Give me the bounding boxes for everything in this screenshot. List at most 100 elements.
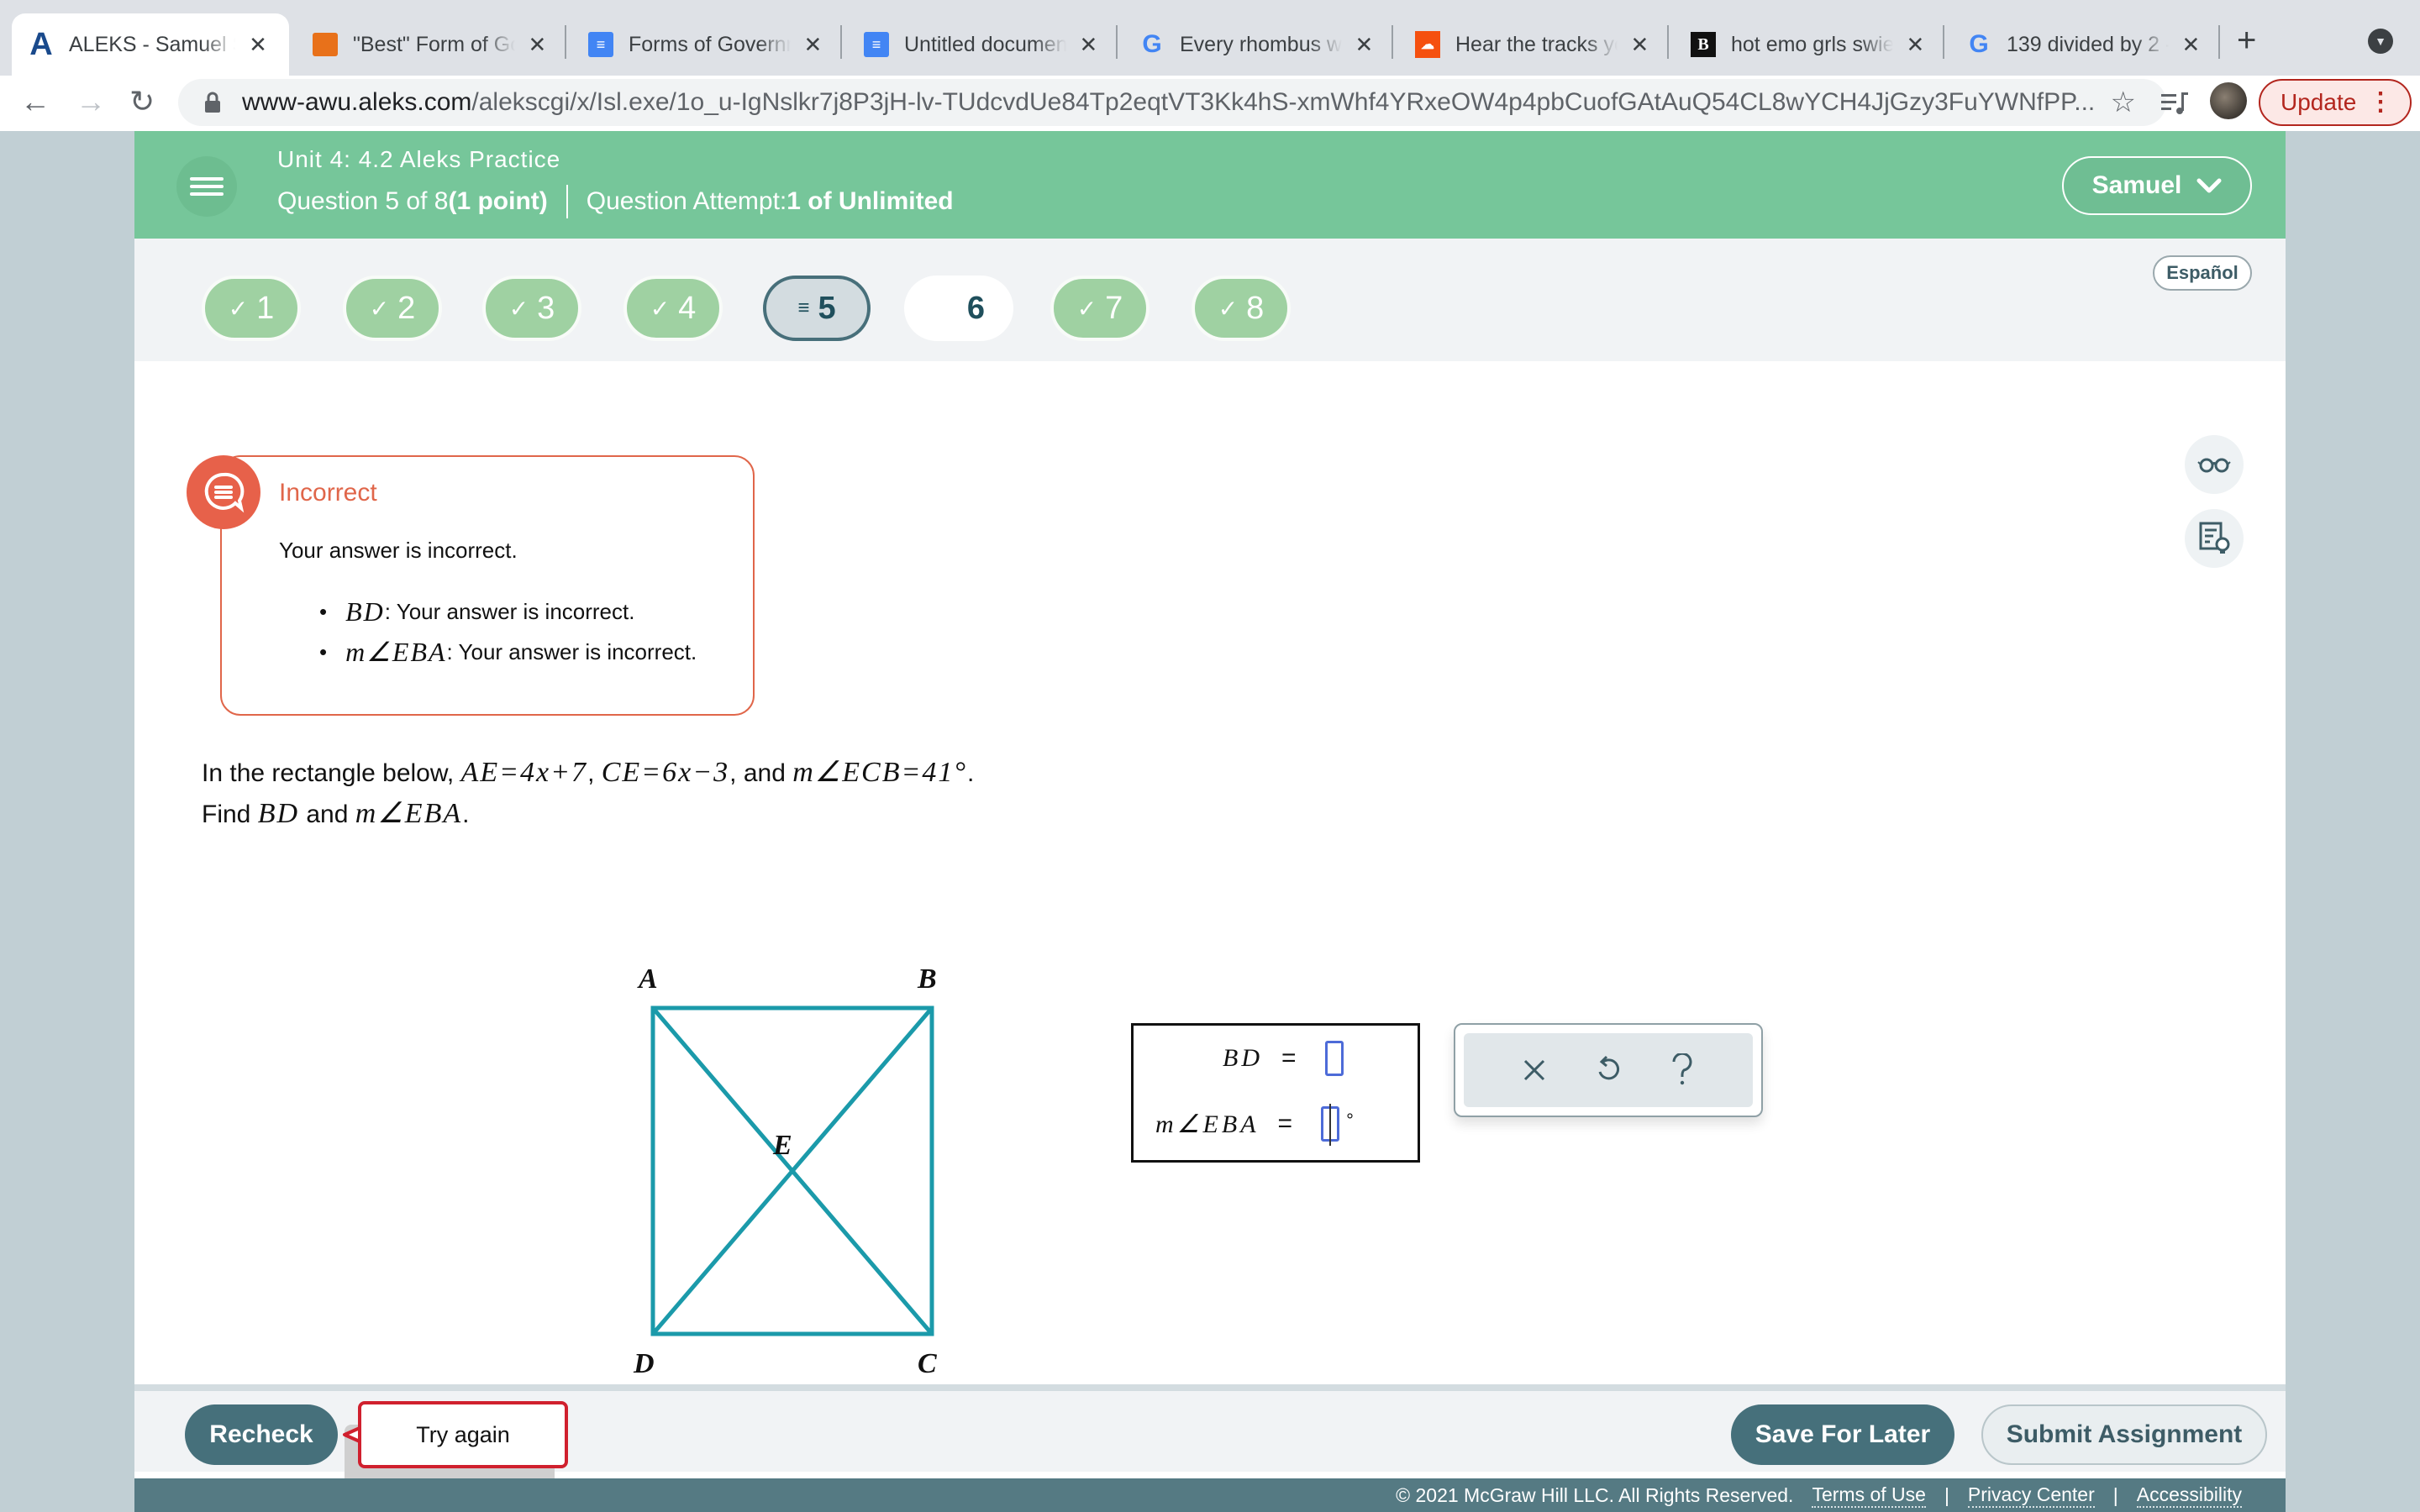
glasses-icon xyxy=(2197,458,2231,473)
bandcamp-icon: B xyxy=(1691,32,1716,57)
close-tab-icon[interactable]: ✕ xyxy=(802,32,823,58)
question-points: (1 point) xyxy=(448,187,548,215)
question-pill-5[interactable]: ≡ 5 xyxy=(763,276,871,341)
check-icon: ✓ xyxy=(650,295,671,322)
reload-icon[interactable]: ↻ xyxy=(129,84,155,119)
browser-tab-soundcloud[interactable]: ☁ Hear the tracks yo ✕ xyxy=(1398,13,1667,76)
bookmark-star-icon[interactable]: ☆ xyxy=(2111,86,2136,119)
espanol-button[interactable]: Español xyxy=(2153,255,2252,291)
math-ce: CE=6x−3 xyxy=(601,757,730,788)
answer-row-bd: BD = xyxy=(1223,1041,1344,1076)
privacy-center-link[interactable]: Privacy Center xyxy=(1967,1483,2095,1508)
browser-tab-strip: A ALEKS - Samuel S ✕ "Best" Form of Go ✕… xyxy=(0,0,2420,76)
profile-avatar[interactable] xyxy=(2210,82,2247,119)
question-pill-1[interactable]: ✓ 1 xyxy=(202,276,301,341)
angle-eba-input[interactable] xyxy=(1321,1104,1340,1146)
question-progress: Question 5 of 8 xyxy=(277,187,449,215)
problem-line-2: Find BD and m∠EBA. xyxy=(202,794,974,835)
close-tab-icon[interactable]: ✕ xyxy=(2181,32,2202,58)
submit-assignment-button[interactable]: Submit Assignment xyxy=(1981,1404,2267,1465)
unit-title: Unit 4: 4.2 Aleks Practice xyxy=(277,146,561,172)
close-tab-icon[interactable]: ✕ xyxy=(1629,32,1650,58)
try-again-tooltip: Try again xyxy=(358,1401,568,1468)
rectangle-diagram: A B E D C xyxy=(633,963,937,1379)
tab-title: Forms of Governm xyxy=(629,32,791,56)
footer-separator: | xyxy=(2112,1483,2118,1506)
pill-label: 5 xyxy=(818,290,836,326)
question-navigation-bar: ✓ 1 ✓ 2 ✓ 3 ✓ 4 ≡ 5 6 ✓ 7 ✓ 8 Español xyxy=(134,239,2286,361)
check-icon: ✓ xyxy=(369,295,390,322)
update-label: Update xyxy=(2281,89,2357,115)
pill-label: 7 xyxy=(1105,290,1123,326)
vertex-label-c: C xyxy=(918,1348,937,1379)
feedback-item-text: : Your answer is incorrect. xyxy=(446,638,697,664)
accessibility-link[interactable]: Accessibility xyxy=(2136,1483,2242,1508)
page-footer: © 2021 McGraw Hill LLC. All Rights Reser… xyxy=(134,1478,2286,1512)
tab-separator xyxy=(565,25,566,59)
tab-search-icon[interactable]: ▼ xyxy=(2368,29,2393,54)
tab-separator xyxy=(1943,25,1944,59)
close-tab-icon[interactable]: ✕ xyxy=(1354,32,1375,58)
forward-icon[interactable]: → xyxy=(76,84,106,119)
problem-text: . xyxy=(462,801,470,828)
question-pill-3[interactable]: ✓ 3 xyxy=(482,276,581,341)
browser-tab-best-form[interactable]: "Best" Form of Go ✕ xyxy=(296,13,565,76)
close-tab-icon[interactable]: ✕ xyxy=(1078,32,1099,58)
attempt-value: 1 of Unlimited xyxy=(786,187,954,215)
question-pill-7[interactable]: ✓ 7 xyxy=(1050,276,1150,341)
feedback-list: BD: Your answer is incorrect. m∠EBA: You… xyxy=(319,591,697,672)
browser-tab-forms-gov[interactable]: ≡ Forms of Governm ✕ xyxy=(571,13,840,76)
close-tab-icon[interactable]: ✕ xyxy=(527,32,548,58)
browser-tab-bandcamp[interactable]: B hot emo grls swie ✕ xyxy=(1674,13,1943,76)
problem-text: , and xyxy=(729,759,793,787)
tab-title: Hear the tracks yo xyxy=(1455,32,1618,56)
browser-update-button[interactable]: Update ⋮ xyxy=(2259,79,2412,126)
answer-label-angle: m∠EBA xyxy=(1155,1110,1260,1138)
browser-tab-aleks[interactable]: A ALEKS - Samuel S ✕ xyxy=(12,13,289,76)
more-menu-icon[interactable]: ⋮ xyxy=(2368,87,2393,118)
undo-icon xyxy=(1598,1055,1620,1080)
new-tab-button[interactable]: + xyxy=(2237,22,2256,60)
bd-input[interactable] xyxy=(1324,1041,1344,1076)
question-pill-8[interactable]: ✓ 8 xyxy=(1192,276,1291,341)
answer-tools-panel xyxy=(1454,1023,1763,1117)
hamburger-menu-button[interactable] xyxy=(176,156,237,217)
browser-tab-divided[interactable]: G 139 divided by 2 - ✕ xyxy=(1949,13,2218,76)
degree-symbol: ° xyxy=(1346,1110,1357,1131)
tab-separator xyxy=(1667,25,1669,59)
address-bar[interactable]: www-awu.aleks.com/alekscgi/x/Isl.exe/1o_… xyxy=(178,79,2166,126)
undo-button[interactable] xyxy=(1587,1049,1629,1091)
pill-label: 4 xyxy=(678,290,697,326)
media-control-icon[interactable] xyxy=(2160,87,2190,118)
question-pill-2[interactable]: ✓ 2 xyxy=(343,276,442,341)
recheck-button[interactable]: Recheck xyxy=(185,1404,338,1465)
back-icon[interactable]: ← xyxy=(20,84,50,119)
question-pill-6[interactable]: 6 xyxy=(904,276,1013,341)
document-lightbulb-icon xyxy=(2199,522,2230,554)
clear-button[interactable] xyxy=(1513,1049,1555,1091)
browser-tab-untitled-doc[interactable]: ≡ Untitled documen ✕ xyxy=(847,13,1116,76)
question-pill-4[interactable]: ✓ 4 xyxy=(623,276,723,341)
url-host: www-awu.aleks.com xyxy=(242,88,472,116)
terms-of-use-link[interactable]: Terms of Use xyxy=(1812,1483,1926,1508)
question-info: Question 5 of 8 (1 point) Question Attem… xyxy=(277,185,954,218)
pill-label: 1 xyxy=(256,290,275,326)
close-tab-icon[interactable]: ✕ xyxy=(1905,32,1926,58)
explanation-button[interactable] xyxy=(2185,509,2244,568)
lock-icon xyxy=(205,92,220,113)
reader-glasses-button[interactable] xyxy=(2185,435,2244,494)
user-menu-button[interactable]: Samuel xyxy=(2062,156,2252,215)
help-button[interactable] xyxy=(1661,1049,1703,1091)
pill-label: 6 xyxy=(966,290,985,326)
close-tab-icon[interactable]: ✕ xyxy=(247,32,269,58)
feedback-item-variable: BD xyxy=(345,596,385,627)
tab-title: 139 divided by 2 - xyxy=(2007,32,2169,56)
divider xyxy=(566,185,568,218)
feedback-badge xyxy=(187,455,260,529)
equals-sign: = xyxy=(1277,1110,1297,1137)
in-progress-icon: ≡ xyxy=(797,297,810,319)
browser-tab-rhombus[interactable]: G Every rhombus wi ✕ xyxy=(1123,13,1392,76)
save-for-later-button[interactable]: Save For Later xyxy=(1731,1404,1954,1465)
tab-separator xyxy=(2218,25,2220,59)
hamburger-icon xyxy=(190,173,224,200)
